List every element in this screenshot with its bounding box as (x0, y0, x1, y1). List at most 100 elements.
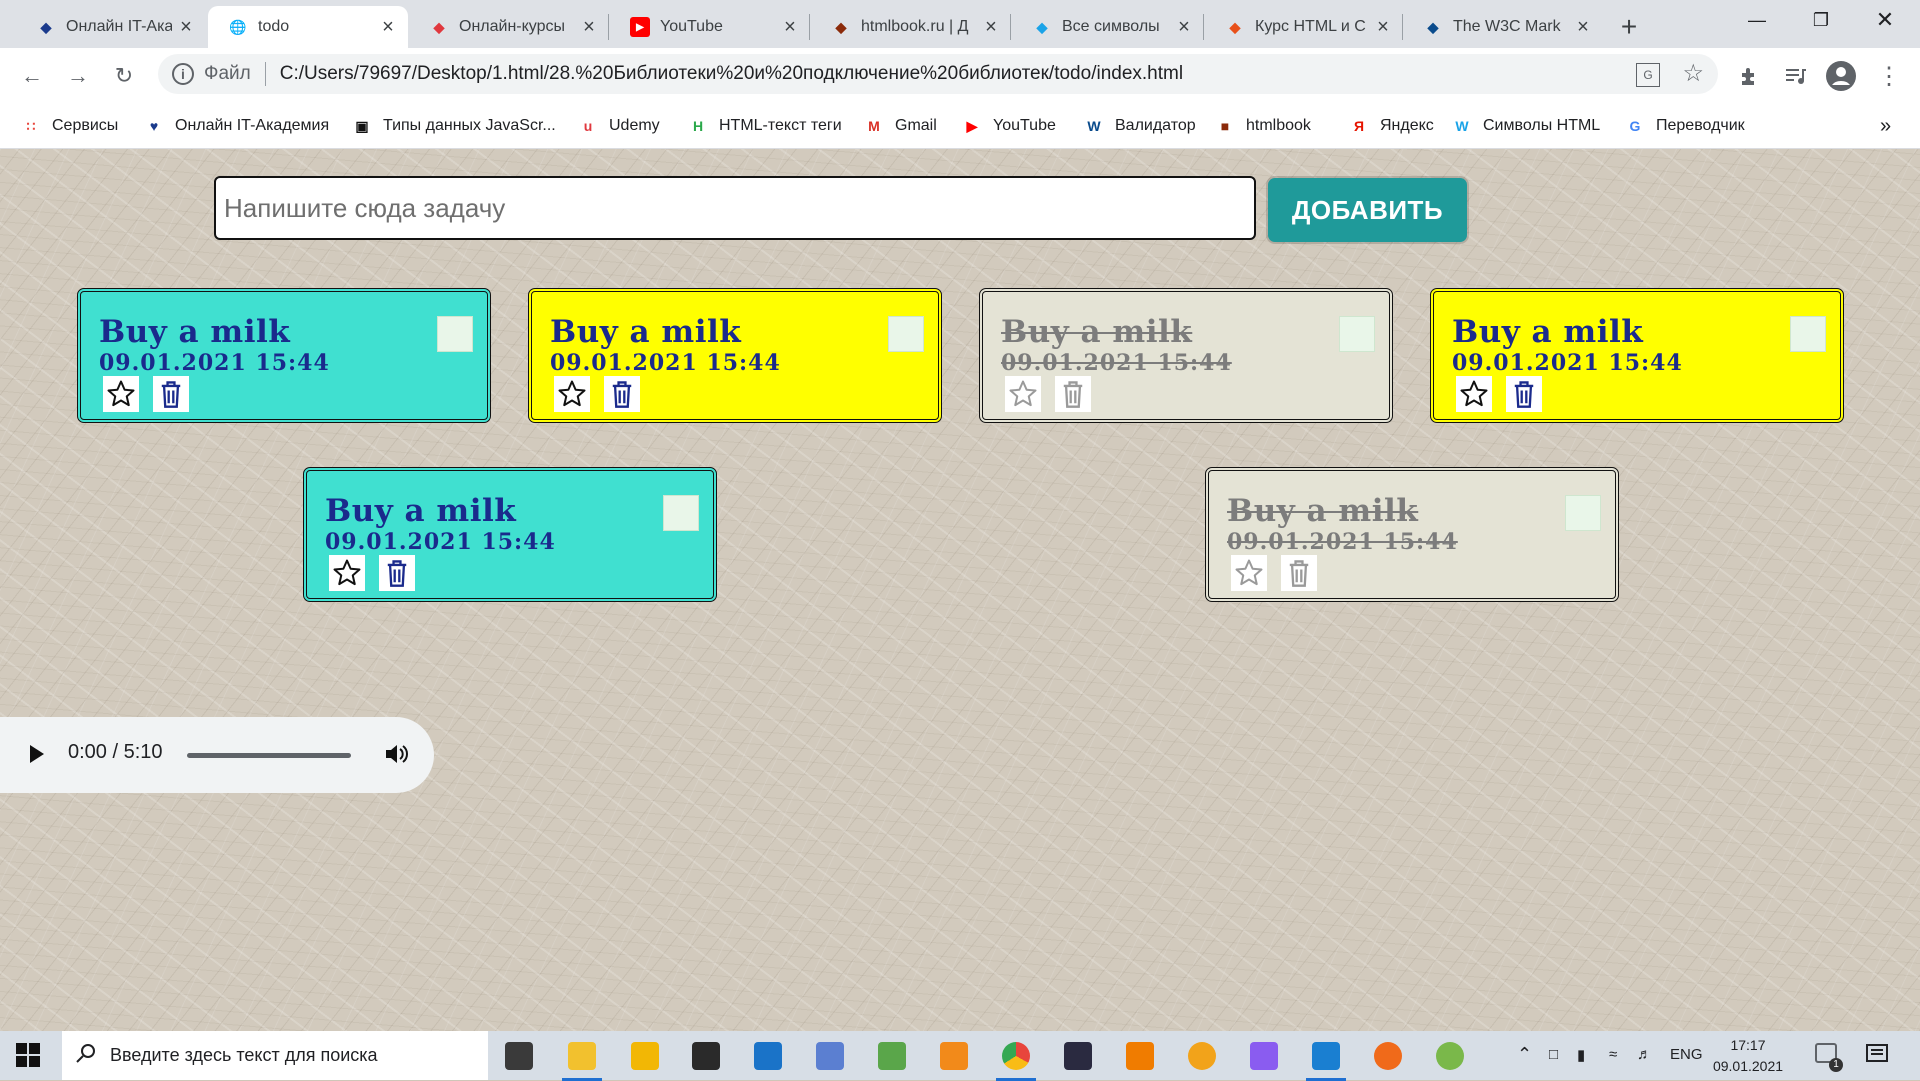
bookmark-item[interactable]: G Переводчик (1626, 114, 1745, 138)
trash-icon[interactable] (1281, 555, 1317, 591)
bookmarks-bar: ∷ Сервисы ♥ Онлайн IT-Академия ▣ Типы данных … (0, 104, 1920, 149)
star-icon[interactable] (1456, 376, 1492, 412)
menu-icon[interactable]: ⋮ (1873, 60, 1905, 92)
task-done-checkbox[interactable] (888, 316, 924, 352)
volume-icon[interactable] (383, 741, 409, 772)
trash-icon[interactable] (604, 376, 640, 412)
task-done-checkbox[interactable] (437, 316, 473, 352)
close-tab-icon[interactable]: × (1369, 16, 1397, 39)
tab-6[interactable]: ◆ Курс HTML и С × (1205, 6, 1403, 48)
store-icon[interactable] (682, 1037, 730, 1075)
task-title: Buy a milk (99, 314, 291, 350)
tab-2[interactable]: ◆ Онлайн-курсы × (409, 6, 609, 48)
search-icon (76, 1043, 96, 1068)
close-tab-icon[interactable]: × (1569, 16, 1597, 39)
m-app-icon[interactable] (806, 1037, 854, 1075)
star-icon[interactable] (103, 376, 139, 412)
task-view-icon[interactable] (495, 1037, 543, 1075)
android-icon[interactable] (1426, 1037, 1474, 1075)
tab-0[interactable]: ◆ Онлайн IT-Ака × (16, 6, 206, 48)
add-task-button[interactable]: ДОБАВИТЬ (1268, 178, 1467, 242)
mail-icon[interactable] (744, 1037, 792, 1075)
task-title: Buy a milk (325, 493, 517, 529)
autocad-icon-glyph (631, 1042, 659, 1070)
bookmark-item[interactable]: ▶ YouTube (963, 114, 1056, 138)
audio-seek-bar[interactable] (187, 753, 351, 758)
close-tab-icon[interactable]: × (776, 16, 804, 39)
vlc-icon[interactable] (1116, 1037, 1164, 1075)
address-bar[interactable]: i Файл C:/Users/79697/Desktop/1.html/28.… (158, 54, 1718, 94)
sublime-icon[interactable] (930, 1037, 978, 1075)
media-control-icon[interactable] (1779, 60, 1811, 92)
task-done-checkbox[interactable] (1790, 316, 1826, 352)
bookmark-item[interactable]: ■ htmlbook (1216, 114, 1311, 138)
close-tab-icon[interactable]: × (374, 16, 402, 39)
forward-button[interactable]: → (62, 60, 94, 92)
tab-7[interactable]: ◆ The W3C Mark × (1403, 6, 1603, 48)
translate-icon[interactable]: G (1636, 63, 1660, 87)
bookmark-item[interactable]: W Символы HTML (1453, 114, 1600, 138)
firefox-dev-icon[interactable] (1240, 1037, 1288, 1075)
star-icon[interactable] (1005, 376, 1041, 412)
tab-1[interactable]: 🌐 todo × (208, 6, 408, 48)
star-icon[interactable] (554, 376, 590, 412)
chrome-icon[interactable] (992, 1037, 1040, 1081)
trash-icon[interactable] (1055, 376, 1091, 412)
star-icon[interactable] (329, 555, 365, 591)
edge-icon[interactable] (1178, 1037, 1226, 1075)
more-bookmarks-icon[interactable]: » (1880, 114, 1891, 138)
tab-3[interactable]: ▶ YouTube × (610, 6, 810, 48)
minimize-button[interactable]: — (1725, 0, 1789, 40)
trash-icon[interactable] (153, 376, 189, 412)
profile-avatar-icon[interactable] (1825, 60, 1857, 92)
reload-button[interactable]: ↻ (108, 60, 140, 92)
bookmark-item[interactable]: ▣ Типы данных JavaScr... (353, 114, 555, 138)
close-tab-icon[interactable]: × (977, 16, 1005, 39)
bookmark-star-icon[interactable]: ☆ (1682, 59, 1704, 88)
bookmark-item[interactable]: H HTML-текст теги (689, 114, 842, 138)
wifi-icon[interactable]: ≈ (1609, 1046, 1617, 1063)
bookmark-item[interactable]: ∷ Сервисы (22, 114, 119, 138)
tray-device-icon[interactable]: □ (1549, 1046, 1558, 1063)
speaker-icon[interactable]: ♬ (1637, 1046, 1652, 1063)
close-tab-icon[interactable]: × (1170, 16, 1198, 39)
trash-icon[interactable] (1506, 376, 1542, 412)
action-center-icon[interactable] (1866, 1043, 1888, 1070)
bookmark-item[interactable]: Я Яндекс (1350, 114, 1434, 138)
image-app-icon[interactable] (868, 1037, 916, 1075)
back-button[interactable]: ← (16, 60, 48, 92)
close-window-button[interactable]: ✕ (1853, 0, 1917, 40)
windows-start-icon[interactable] (16, 1043, 40, 1072)
bookmark-item[interactable]: M Gmail (865, 114, 937, 138)
task-input[interactable] (214, 176, 1256, 240)
tab-5[interactable]: ◆ Все символы × (1012, 6, 1204, 48)
bookmark-item[interactable]: u Udemy (579, 114, 660, 138)
task-done-checkbox[interactable] (1565, 495, 1601, 531)
autocad-icon[interactable] (621, 1037, 669, 1075)
taskbar-search[interactable]: Введите здесь текст для поиска (62, 1031, 488, 1080)
bookmark-item[interactable]: ♥ Онлайн IT-Академия (145, 114, 329, 138)
new-tab-button[interactable]: + (1613, 11, 1645, 42)
trash-icon[interactable] (379, 555, 415, 591)
vscode-icon[interactable] (1302, 1037, 1350, 1081)
star-icon[interactable] (1231, 555, 1267, 591)
photo-icon[interactable] (1054, 1037, 1102, 1075)
extensions-icon[interactable] (1733, 60, 1765, 92)
task-done-checkbox[interactable] (663, 495, 699, 531)
task-done-checkbox[interactable] (1339, 316, 1375, 352)
info-icon[interactable]: i (172, 63, 194, 85)
js-icon: ▣ (355, 117, 369, 134)
close-tab-icon[interactable]: × (575, 16, 603, 39)
language-indicator[interactable]: ENG (1670, 1046, 1703, 1063)
url-text[interactable]: C:/Users/79697/Desktop/1.html/28.%20Библ… (280, 63, 1183, 85)
firefox-icon[interactable] (1364, 1037, 1412, 1075)
tray-chevron-icon[interactable]: ⌃ (1517, 1044, 1532, 1065)
battery-icon[interactable]: ▮ (1577, 1046, 1585, 1064)
maximize-button[interactable]: ❐ (1789, 0, 1853, 40)
bookmark-item[interactable]: W Валидатор (1085, 114, 1195, 138)
file-explorer-icon[interactable] (558, 1037, 606, 1081)
clock[interactable]: 17:17 09.01.2021 (1710, 1035, 1786, 1077)
tab-4[interactable]: ◆ htmlbook.ru | Д × (811, 6, 1011, 48)
play-icon[interactable] (28, 743, 46, 770)
close-tab-icon[interactable]: × (172, 16, 200, 39)
